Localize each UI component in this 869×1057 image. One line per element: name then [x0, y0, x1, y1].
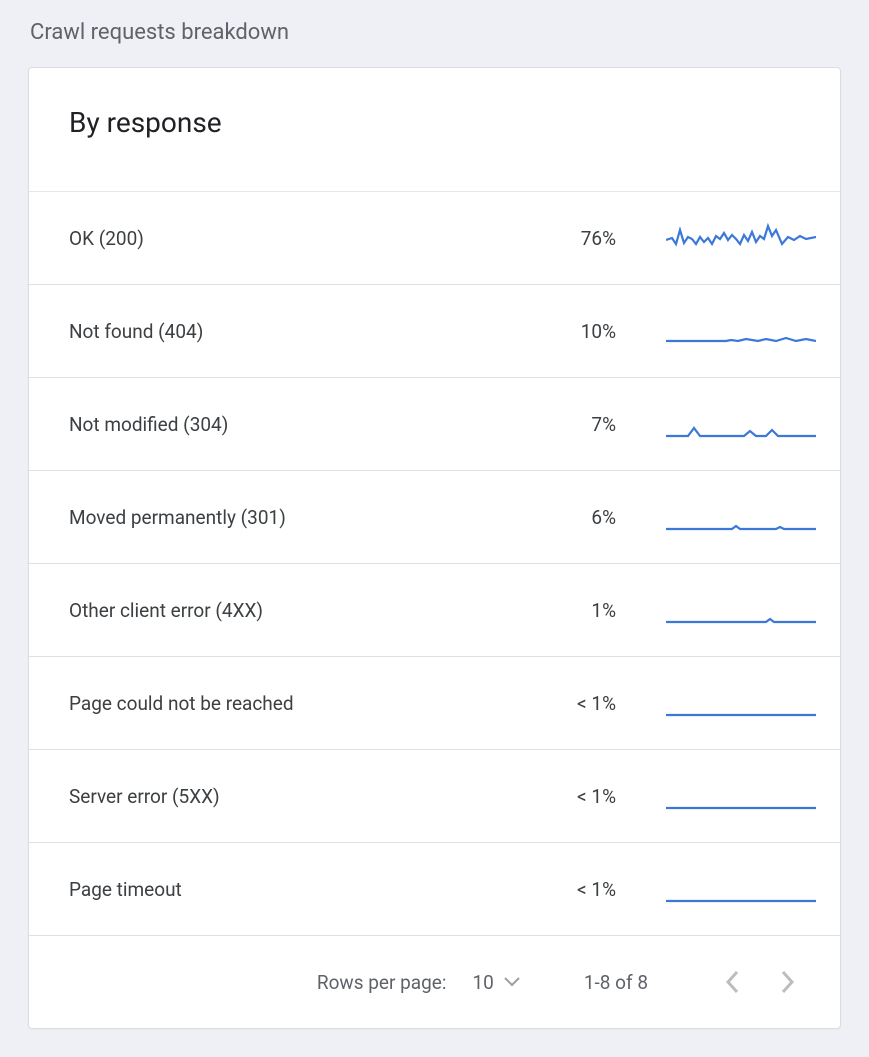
table-row[interactable]: OK (200)76%: [29, 191, 840, 284]
by-response-card: By response OK (200)76%Not found (404)10…: [28, 67, 841, 1029]
section-title: By response: [29, 68, 840, 191]
pagination-footer: Rows per page: 10 1-8 of 8: [29, 935, 840, 1028]
sparkline: [666, 778, 816, 814]
sparkline: [666, 871, 816, 907]
row-label: OK (200): [69, 227, 528, 250]
page-title: Crawl requests breakdown: [28, 20, 841, 45]
sparkline: [666, 406, 816, 442]
table-row[interactable]: Moved permanently (301)6%: [29, 470, 840, 563]
row-label: Moved permanently (301): [69, 506, 528, 529]
dropdown-icon: [504, 977, 520, 987]
sparkline: [666, 220, 816, 256]
prev-page-button[interactable]: [712, 962, 752, 1002]
row-value: 7%: [528, 413, 616, 436]
rows-per-page-label: Rows per page:: [317, 971, 447, 994]
row-label: Page timeout: [69, 878, 528, 901]
row-label: Server error (5XX): [69, 785, 528, 808]
row-label: Not found (404): [69, 320, 528, 343]
row-value: 1%: [528, 599, 616, 622]
row-value: 10%: [528, 320, 616, 343]
table-row[interactable]: Not found (404)10%: [29, 284, 840, 377]
rows-per-page-value: 10: [472, 971, 493, 994]
row-value: 6%: [528, 506, 616, 529]
sparkline: [666, 685, 816, 721]
chevron-right-icon: [781, 970, 795, 994]
sparkline: [666, 592, 816, 628]
sparkline: [666, 499, 816, 535]
row-value: < 1%: [528, 785, 616, 808]
page-range: 1-8 of 8: [584, 971, 648, 994]
next-page-button[interactable]: [768, 962, 808, 1002]
table-row[interactable]: Page timeout< 1%: [29, 842, 840, 935]
row-value: < 1%: [528, 878, 616, 901]
rows-per-page-select[interactable]: 10: [472, 971, 519, 994]
row-label: Page could not be reached: [69, 692, 528, 715]
table-row[interactable]: Not modified (304)7%: [29, 377, 840, 470]
row-label: Other client error (4XX): [69, 599, 528, 622]
table-row[interactable]: Server error (5XX)< 1%: [29, 749, 840, 842]
row-value: < 1%: [528, 692, 616, 715]
table-row[interactable]: Other client error (4XX)1%: [29, 563, 840, 656]
chevron-left-icon: [725, 970, 739, 994]
sparkline: [666, 313, 816, 349]
table-row[interactable]: Page could not be reached< 1%: [29, 656, 840, 749]
row-value: 76%: [528, 227, 616, 250]
row-label: Not modified (304): [69, 413, 528, 436]
